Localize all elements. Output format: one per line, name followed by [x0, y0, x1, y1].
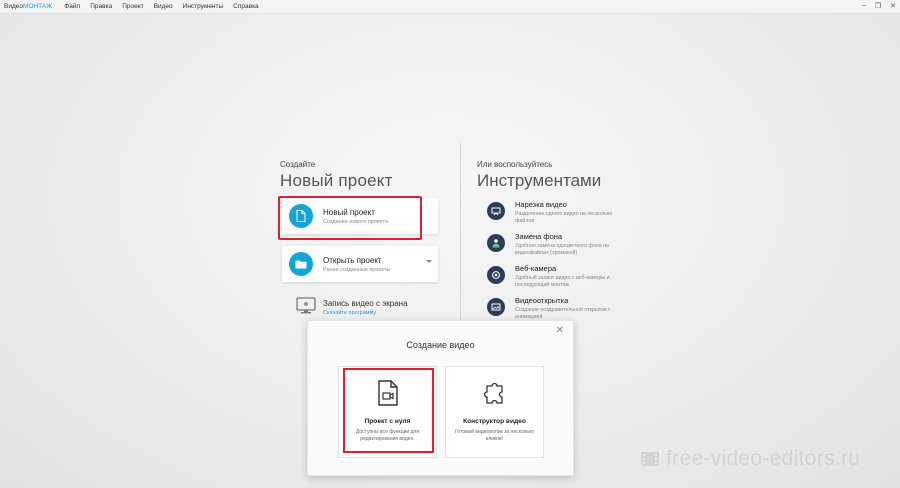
menu-file[interactable]: Файл	[64, 3, 80, 10]
download-program-link[interactable]: Скачайте программу	[323, 310, 408, 316]
minimize-button[interactable]: –	[862, 2, 866, 10]
tool-title: Замена фона	[515, 232, 563, 241]
create-heading: Новый проект	[280, 171, 393, 190]
app-logo: ВидеоМОНТАЖ	[0, 3, 52, 10]
tool-description: Удобная замена однцветного фона на видео…	[515, 243, 609, 257]
dialog-title: Создание видео	[406, 340, 475, 350]
open-project-title: Открыть проект	[323, 255, 382, 265]
film-icon	[641, 452, 659, 466]
screen-record-item[interactable]: Запись видео с экрана Скачайте программу	[296, 296, 408, 316]
highlight-scratch-option	[343, 368, 434, 453]
highlight-new-project	[278, 196, 422, 240]
create-caption: Создайте	[280, 160, 316, 169]
tool-webcam[interactable]: Веб-камера Удобный захват видео с веб-ка…	[487, 264, 625, 290]
video-builder-option[interactable]: Конструктор видео Готовый видеоролик за …	[445, 366, 544, 458]
brand-part1: Видео	[4, 3, 23, 10]
tool-title: Веб-камера	[515, 264, 557, 273]
tool-description: Разделение одного видео на несколько фай…	[515, 211, 613, 225]
menu-help[interactable]: Справка	[233, 3, 259, 10]
open-project-card[interactable]: Открыть проект Ранее созданные проекты	[282, 246, 438, 282]
watermark-text: free-video-editors.ru	[666, 447, 861, 470]
brand-part2: МОНТАЖ	[23, 3, 53, 10]
close-window-button[interactable]: ✕	[890, 2, 896, 10]
puzzle-icon	[483, 382, 503, 404]
window-controls: – ❐ ✕	[862, 2, 896, 10]
tools-caption: Или воспользуйтесь	[477, 160, 553, 169]
menu-project[interactable]: Проект	[122, 3, 143, 10]
postcard-icon	[487, 298, 505, 316]
builder-title: Конструктор видео	[463, 418, 526, 425]
scissors-icon	[487, 202, 505, 220]
chevron-down-icon[interactable]	[426, 260, 432, 263]
tool-postcard[interactable]: Видеооткрытка Создание поздравительной о…	[487, 296, 625, 322]
screen-record-title: Запись видео с экрана	[323, 299, 408, 308]
tool-chromakey[interactable]: Замена фона Удобная замена однцветного ф…	[487, 232, 625, 258]
builder-description: Готовый видеоролик за несколько кликов!	[454, 429, 535, 442]
menu-bar: ВидеоМОНТАЖ Файл Правка Проект Видео Инс…	[0, 0, 900, 14]
column-divider	[460, 143, 461, 343]
tools-heading: Инструментами	[477, 171, 602, 190]
tool-title: Нарезка видео	[515, 200, 567, 209]
menu-video[interactable]: Видео	[154, 3, 173, 10]
open-project-subtitle: Ранее созданные проекты	[323, 266, 391, 273]
chromakey-icon	[487, 234, 505, 252]
folder-icon	[289, 252, 313, 276]
tool-cut-video[interactable]: Нарезка видео Разделение одного видео на…	[487, 200, 625, 226]
menu-edit[interactable]: Правка	[90, 3, 112, 10]
maximize-button[interactable]: ❐	[875, 2, 881, 10]
watermark: free-video-editors.ru	[640, 447, 860, 471]
monitor-icon	[296, 297, 316, 314]
tool-title: Видеооткрытка	[515, 296, 569, 305]
close-icon[interactable]: ✕	[556, 325, 564, 336]
webcam-icon	[487, 266, 505, 284]
menu-tools[interactable]: Инструменты	[183, 3, 224, 10]
tool-description: Удобный захват видео с веб-камеры и посл…	[515, 275, 610, 289]
